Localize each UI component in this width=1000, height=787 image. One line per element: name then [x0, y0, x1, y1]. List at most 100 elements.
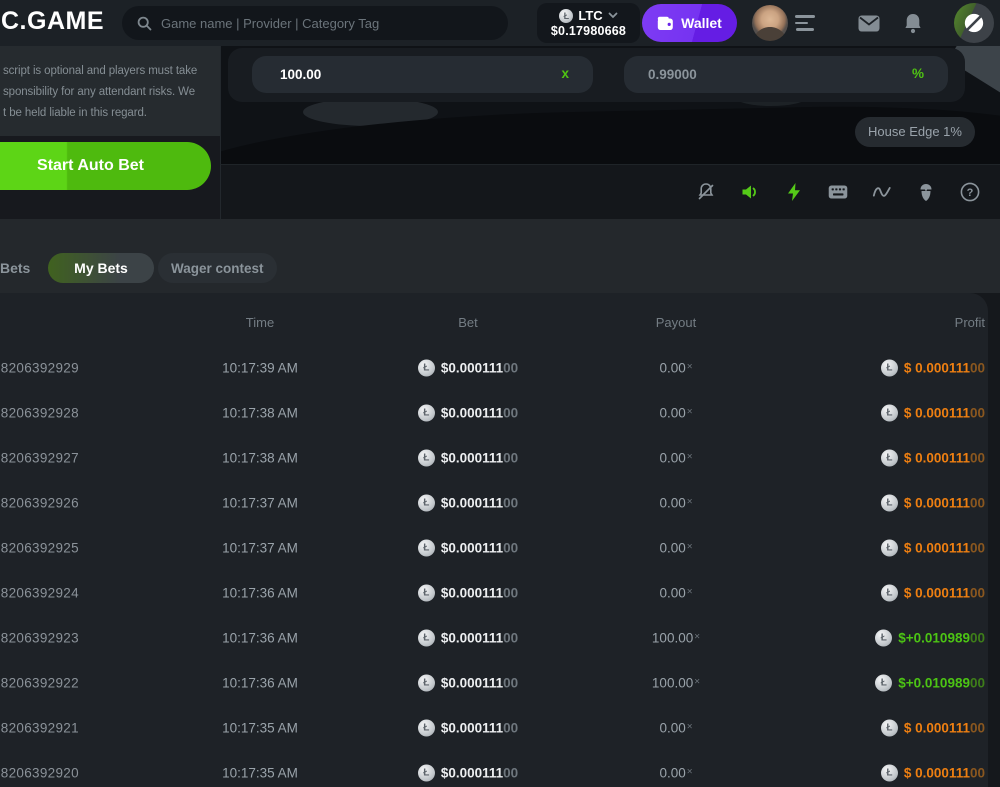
bet-time: 10:17:37 AM: [160, 540, 360, 555]
win-chance-input[interactable]: [624, 56, 948, 93]
wallet-button[interactable]: Wallet: [642, 4, 737, 42]
bet-profit: Ł $ 0.00011100: [881, 449, 985, 466]
bet-id: -8206392928: [0, 405, 79, 420]
bc-game-logo[interactable]: C.GAME: [1, 7, 104, 36]
bet-payout: 0.00×: [576, 450, 776, 465]
bet-time: 10:17:36 AM: [160, 675, 360, 690]
top-navbar: C.GAME Ł LTC $0.17980668: [0, 0, 1000, 46]
bet-profit: Ł $ 0.00011100: [881, 719, 985, 736]
table-row[interactable]: -8206392928 10:17:38 AM Ł $0.00011100 0.…: [0, 390, 988, 435]
sound-on-icon[interactable]: [740, 182, 760, 202]
percent-suffix: %: [912, 66, 924, 81]
bet-amount: Ł $0.00011100: [368, 359, 568, 376]
payout-input[interactable]: [252, 56, 593, 93]
ltc-coin-icon: Ł: [881, 494, 898, 511]
bet-payout: 0.00×: [576, 405, 776, 420]
ltc-coin-icon: Ł: [418, 629, 435, 646]
bet-profit: Ł $ 0.00011100: [881, 584, 985, 601]
bet-id: -8206392929: [0, 360, 79, 375]
bet-profit: Ł $+0.01098900: [875, 674, 985, 691]
tab-wager-contest[interactable]: Wager contest: [158, 253, 277, 283]
table-row[interactable]: -8206392922 10:17:36 AM Ł $0.00011100 10…: [0, 660, 988, 705]
ltc-coin-icon: Ł: [875, 629, 892, 646]
ltc-coin-icon: Ł: [881, 764, 898, 781]
bet-amount: Ł $0.00011100: [368, 539, 568, 556]
tab-my-bets[interactable]: My Bets: [48, 253, 154, 283]
bet-amount: Ł $0.00011100: [368, 719, 568, 736]
win-chance-field: %: [624, 56, 948, 93]
turbo-bet-icon[interactable]: [784, 182, 804, 202]
table-row[interactable]: -8206392923 10:17:36 AM Ł $0.00011100 10…: [0, 615, 988, 660]
ltc-coin-icon: Ł: [418, 404, 435, 421]
search-input[interactable]: [161, 16, 508, 31]
header-payout: Payout: [576, 315, 776, 330]
ltc-coin-icon: Ł: [418, 539, 435, 556]
table-row[interactable]: -8206392921 10:17:35 AM Ł $0.00011100 0.…: [0, 705, 988, 750]
table-header: Time Bet Payout Profit: [0, 293, 988, 345]
multiplier-suffix: x: [561, 66, 569, 81]
bet-time: 10:17:38 AM: [160, 450, 360, 465]
table-body: -8206392929 10:17:39 AM Ł $0.00011100 0.…: [0, 345, 988, 787]
bet-id: -8206392925: [0, 540, 79, 555]
bet-amount: Ł $0.00011100: [368, 629, 568, 646]
bet-payout: 0.00×: [576, 495, 776, 510]
tab-all-bets[interactable]: Bets: [0, 253, 30, 283]
header-time: Time: [160, 315, 360, 330]
trends-icon[interactable]: [872, 182, 892, 202]
table-row[interactable]: -8206392924 10:17:36 AM Ł $0.00011100 0.…: [0, 570, 988, 615]
autobet-sidebar: script is optional and players must take…: [0, 46, 220, 219]
bet-amount: Ł $0.00011100: [368, 494, 568, 511]
start-auto-bet-button[interactable]: Start Auto Bet: [0, 142, 211, 190]
ltc-coin-icon: Ł: [559, 9, 573, 23]
page: C.GAME Ł LTC $0.17980668: [0, 0, 1000, 787]
ltc-coin-icon: Ł: [418, 449, 435, 466]
bet-amount: Ł $0.00011100: [368, 584, 568, 601]
search-icon: [137, 16, 152, 31]
search-bar: [122, 6, 508, 40]
wallet-balance: $0.17980668: [551, 24, 626, 38]
bet-amount: Ł $0.00011100: [368, 404, 568, 421]
script-disclaimer: script is optional and players must take…: [0, 46, 220, 136]
chevron-down-icon: [608, 12, 618, 19]
bet-amount: Ł $0.00011100: [368, 674, 568, 691]
header-bet: Bet: [368, 315, 568, 330]
table-row[interactable]: -8206392927 10:17:38 AM Ł $0.00011100 0.…: [0, 435, 988, 480]
bet-time: 10:17:36 AM: [160, 585, 360, 600]
table-row[interactable]: -8206392929 10:17:39 AM Ł $0.00011100 0.…: [0, 345, 988, 390]
ltc-coin-icon: Ł: [418, 719, 435, 736]
bell-icon[interactable]: [904, 0, 922, 46]
bet-time: 10:17:39 AM: [160, 360, 360, 375]
ltc-coin-icon: Ł: [881, 719, 898, 736]
bet-profit: Ł $+0.01098900: [875, 629, 985, 646]
ltc-coin-icon: Ł: [881, 584, 898, 601]
table-row[interactable]: -8206392925 10:17:37 AM Ł $0.00011100 0.…: [0, 525, 988, 570]
bet-profit: Ł $ 0.00011100: [881, 764, 985, 781]
table-row[interactable]: -8206392920 10:17:35 AM Ł $0.00011100 0.…: [0, 750, 988, 787]
bet-id: -8206392923: [0, 630, 79, 645]
help-icon[interactable]: ?: [960, 182, 980, 202]
bet-id: -8206392927: [0, 450, 79, 465]
bet-profit: Ł $ 0.00011100: [881, 539, 985, 556]
mail-icon[interactable]: [858, 0, 880, 46]
bet-profit: Ł $ 0.00011100: [881, 494, 985, 511]
bet-id: -8206392920: [0, 765, 79, 780]
bet-time: 10:17:35 AM: [160, 765, 360, 780]
currency-selector[interactable]: Ł LTC $0.17980668: [537, 3, 640, 43]
game-toolbar: ?: [220, 164, 1000, 219]
wallet-icon: [657, 16, 674, 31]
table-row[interactable]: -8206392926 10:17:37 AM Ł $0.00011100 0.…: [0, 480, 988, 525]
bet-payout: 100.00×: [576, 630, 776, 645]
ltc-coin-icon: Ł: [875, 674, 892, 691]
seed-icon[interactable]: [916, 182, 936, 202]
chat-icon[interactable]: [954, 3, 994, 43]
menu-icon[interactable]: [795, 0, 815, 46]
bet-time: 10:17:36 AM: [160, 630, 360, 645]
bet-payout: 0.00×: [576, 765, 776, 780]
bet-profit: Ł $ 0.00011100: [881, 359, 985, 376]
ltc-coin-icon: Ł: [881, 359, 898, 376]
currency-code: LTC: [578, 8, 602, 23]
ltc-coin-icon: Ł: [881, 449, 898, 466]
hotkeys-icon[interactable]: [828, 182, 848, 202]
user-avatar[interactable]: [752, 5, 788, 41]
music-off-icon[interactable]: [696, 182, 716, 202]
